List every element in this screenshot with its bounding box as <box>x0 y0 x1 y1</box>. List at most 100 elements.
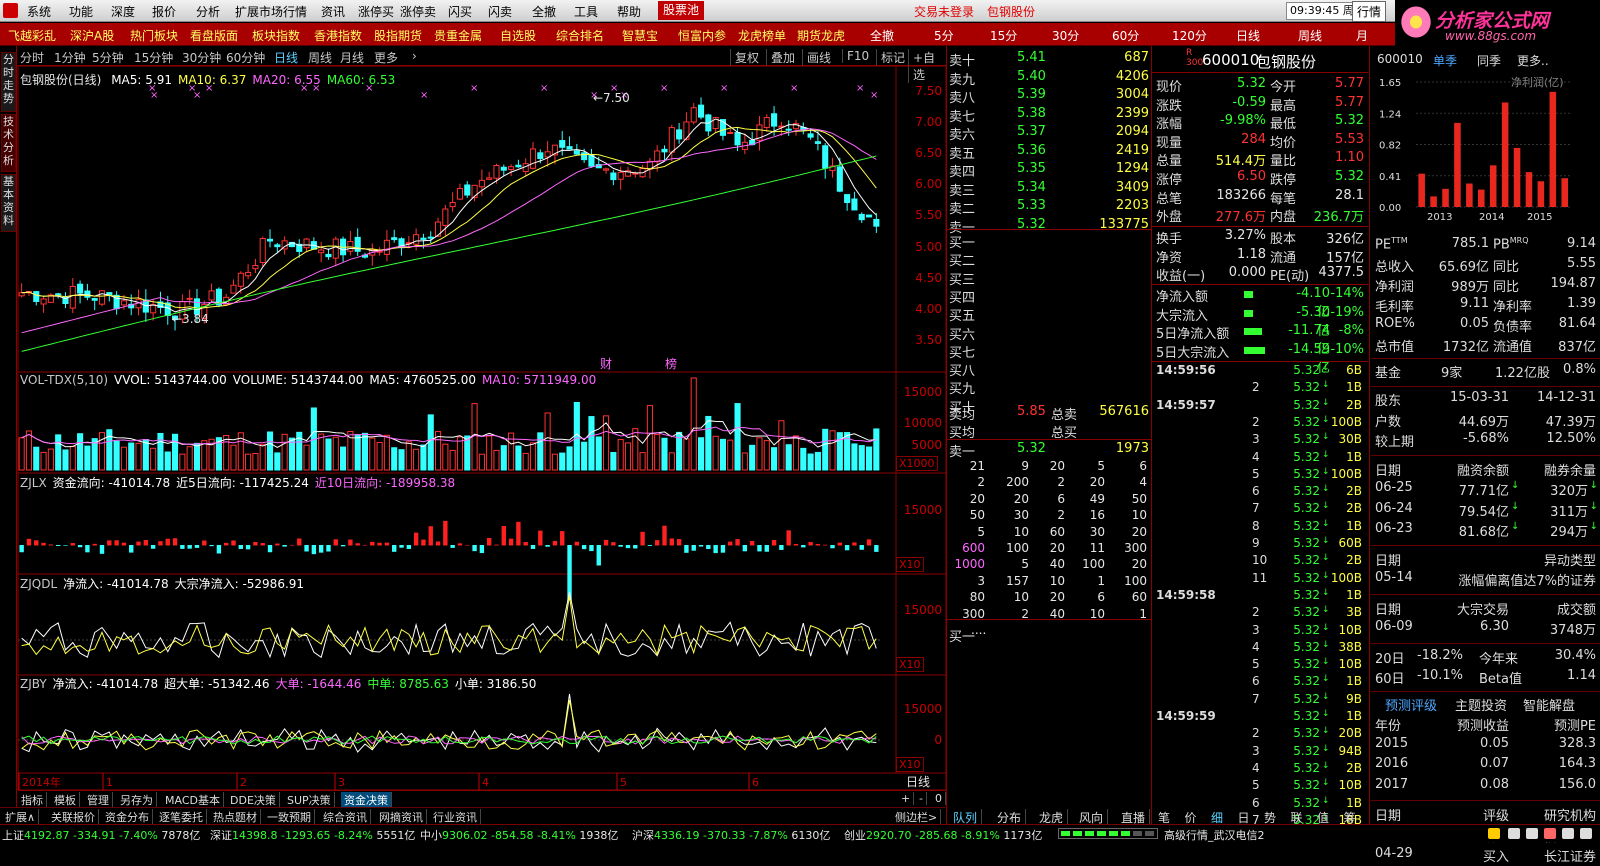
indicator-tab[interactable]: 模板 <box>51 792 80 808</box>
zoom-button[interactable]: - <box>916 792 927 805</box>
index-quote[interactable]: 深证14398.8 -1293.65 -8.24% 5551亿 <box>210 827 415 843</box>
index-quote[interactable]: 创业2920.70 -285.68 -8.91% 1173亿 <box>844 827 1042 843</box>
bid-row[interactable]: 买六 <box>947 324 1151 343</box>
volume-bar <box>47 448 54 471</box>
index-pct: -8.91% <box>960 829 1004 842</box>
candle-body <box>259 238 266 263</box>
down-arrow-icon: ↓ <box>1589 521 1598 532</box>
tray-icon[interactable] <box>1526 828 1538 839</box>
extension-tab[interactable]: 网摘资讯 <box>376 809 427 825</box>
tray-icon[interactable] <box>1508 828 1520 839</box>
bid-level: 买二 <box>949 254 976 270</box>
candle-body <box>690 107 697 123</box>
volume-bar <box>340 446 347 471</box>
quote-row: 现量 284 均价 5.53 <box>1152 132 1368 151</box>
indicator-tab[interactable]: 另存为 <box>117 792 157 808</box>
extension-tab[interactable]: 侧边栏> <box>892 809 942 825</box>
indicator-tab[interactable]: DDE决策 <box>227 792 280 808</box>
ask-row[interactable]: 卖六 5.37 2094 <box>947 124 1151 143</box>
indicator-tab[interactable]: 管理 <box>84 792 113 808</box>
tick-seq: 5 <box>1252 778 1260 793</box>
ask-row[interactable]: 卖四 5.35 1294 <box>947 161 1151 180</box>
indicator-label: 资金流向: -41014.78 <box>52 476 171 490</box>
index-value: 4192.87 <box>24 829 73 842</box>
f10-tab[interactable]: 更多.. <box>1517 52 1549 69</box>
f10-cell: 异动类型 <box>1543 553 1596 569</box>
quote-label: 最高 <box>1270 98 1297 114</box>
volume-bar <box>529 442 537 471</box>
indicator-tab[interactable]: MACD基本 <box>162 792 224 808</box>
ask-row[interactable]: 卖九 5.40 4206 <box>947 69 1151 88</box>
volume-bar <box>150 447 157 471</box>
index-quote[interactable]: 上证4192.87 -334.91 -7.40% 7878亿 <box>2 827 200 843</box>
quote-value: 284 <box>1241 131 1266 147</box>
f10-cell: 47.39万 <box>1545 414 1596 430</box>
index-quote[interactable]: 中小9306.02 -854.58 -8.41% 1938亿 <box>420 827 618 843</box>
tray-icon[interactable] <box>1562 828 1574 839</box>
f10-tab[interactable]: 单季 <box>1433 52 1457 69</box>
money-flow-bar <box>589 545 594 552</box>
extension-tab[interactable]: 热点题材 <box>210 809 261 825</box>
extension-tab[interactable]: 一致预期 <box>264 809 315 825</box>
bid-row[interactable]: 买三 <box>947 269 1151 288</box>
ask-price: 5.33 <box>1017 198 1046 213</box>
extension-tab[interactable]: 关联报价 <box>48 809 99 825</box>
tick-row: 2 5.32 ↓ 3B <box>1152 605 1368 622</box>
ask-level: 卖六 <box>949 128 976 143</box>
bid-row[interactable]: 买九 <box>947 378 1151 397</box>
gauge-segment <box>1061 831 1070 836</box>
quote-row: 总量 514.4万 量比 1.10 <box>1152 150 1368 169</box>
f10-data-row: 06-25 77.71亿 ↓ 320万 ↓ <box>1371 480 1600 500</box>
volume-bar <box>172 433 179 471</box>
bid-row[interactable]: 买七 <box>947 342 1151 361</box>
tick-seq: 5 <box>1252 466 1260 481</box>
f10-tab[interactable]: 同季 <box>1477 52 1501 69</box>
zoom-button[interactable]: + <box>898 792 915 805</box>
extension-tab[interactable]: 行业资讯 <box>430 809 481 825</box>
index-quote[interactable]: 沪深4336.19 -370.33 -7.87% 6130亿 <box>632 827 830 843</box>
indicator-tab[interactable]: SUP决策 <box>284 792 335 808</box>
ask-volume: 1294 <box>1115 161 1149 176</box>
f10-value: 837亿 <box>1558 340 1596 355</box>
tick-down-icon: ↓ <box>1322 363 1330 373</box>
bid-row[interactable]: 买二 <box>947 250 1151 270</box>
zoom-button[interactable]: 0 <box>932 792 946 805</box>
f10-forecast-tab[interactable]: 智能解盘 <box>1523 695 1575 714</box>
volume-bar <box>413 448 420 471</box>
candle-body <box>771 113 778 127</box>
ask-row[interactable]: 卖八 5.39 3004 <box>947 87 1151 106</box>
tick-volume: 3B <box>1346 605 1362 620</box>
volume-bar <box>427 414 434 471</box>
bid-row[interactable]: 买一 <box>947 232 1151 251</box>
volume-bar <box>792 435 800 471</box>
tray-icon[interactable] <box>1580 828 1592 839</box>
ask-row[interactable]: 卖五 5.36 2419 <box>947 143 1151 162</box>
tray-icon[interactable] <box>1488 828 1500 839</box>
quote-value: 5.32 <box>1335 113 1364 129</box>
extension-tab[interactable]: 逐笔委托 <box>156 809 207 825</box>
money-flow-bar <box>523 542 528 546</box>
ask-row[interactable]: 卖十 5.41 687 <box>947 50 1151 69</box>
main-chart-title: 包钢股份(日线) <box>20 73 102 87</box>
bid-row[interactable]: 买八 <box>947 360 1151 379</box>
indicator-tab[interactable]: 指标 <box>18 792 47 808</box>
f10-forecast-tab[interactable]: 预测评级 <box>1385 695 1437 714</box>
bid-row[interactable]: 买五 <box>947 305 1151 324</box>
bid-row[interactable]: 买四 <box>947 287 1151 306</box>
candle-body <box>610 172 617 181</box>
indicator-tab[interactable]: 资金决策 <box>341 792 392 808</box>
extension-tab[interactable]: 资金分布 <box>102 809 153 825</box>
extension-tab[interactable]: 综合资讯 <box>320 809 371 825</box>
candle-body <box>873 218 880 227</box>
bid-level: 买七 <box>949 345 976 361</box>
ask-row[interactable]: 卖三 5.34 3409 <box>947 180 1151 199</box>
extension-tab[interactable]: 扩展∧ <box>2 809 40 825</box>
ask-row[interactable]: 卖二 5.33 2203 <box>947 198 1151 217</box>
f10-cell: 预测PE <box>1553 719 1596 734</box>
tray-icon[interactable] <box>1544 828 1556 839</box>
volume-bar <box>705 415 712 471</box>
money-flow-bar <box>596 545 601 566</box>
ask-row[interactable]: 卖七 5.38 2399 <box>947 106 1151 125</box>
volume-bar <box>697 437 705 471</box>
f10-forecast-tab[interactable]: 主题投资 <box>1455 695 1507 714</box>
